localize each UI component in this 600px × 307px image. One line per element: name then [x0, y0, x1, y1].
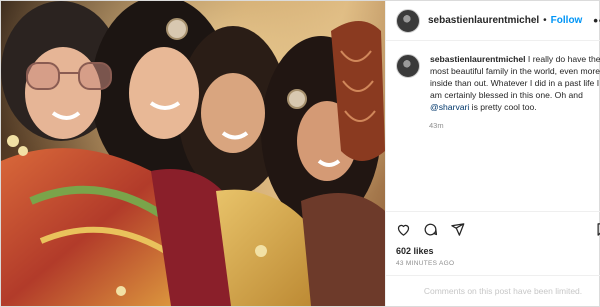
- comments-section: sebastienlaurentmichel I really do have …: [386, 41, 600, 212]
- caption-body-2: is pretty cool too.: [469, 102, 537, 112]
- caption-timestamp: 43m: [429, 121, 444, 130]
- comment-icon[interactable]: [423, 222, 438, 237]
- caption-username[interactable]: sebastienlaurentmichel: [430, 54, 526, 64]
- post-header: sebastienlaurentmichel • Follow •••: [386, 1, 600, 41]
- caption-mention-link[interactable]: @sharvari: [430, 102, 469, 112]
- likes-count[interactable]: 602 likes: [386, 246, 600, 256]
- username-link[interactable]: sebastienlaurentmichel: [428, 15, 539, 26]
- separator-dot: •: [543, 15, 547, 26]
- caption-avatar[interactable]: [396, 54, 420, 78]
- action-bar: [386, 212, 600, 246]
- share-icon[interactable]: [450, 222, 465, 237]
- instagram-post: sebastienlaurentmichel • Follow ••• seba…: [0, 0, 600, 307]
- heart-icon[interactable]: [396, 222, 411, 237]
- group-selfie-photo: [1, 1, 385, 306]
- post-side-panel: sebastienlaurentmichel • Follow ••• seba…: [385, 1, 600, 306]
- caption-row: sebastienlaurentmichel I really do have …: [396, 53, 600, 113]
- avatar[interactable]: [396, 8, 420, 33]
- caption-text: sebastienlaurentmichel I really do have …: [430, 53, 600, 113]
- post-timestamp: 43 MINUTES AGO: [396, 260, 455, 267]
- comments-limited-notice: Comments on this post have been limited.: [386, 275, 600, 306]
- post-photo[interactable]: [1, 1, 385, 306]
- bookmark-icon[interactable]: [595, 222, 600, 237]
- more-icon[interactable]: •••: [593, 13, 600, 28]
- follow-button[interactable]: Follow: [551, 15, 583, 26]
